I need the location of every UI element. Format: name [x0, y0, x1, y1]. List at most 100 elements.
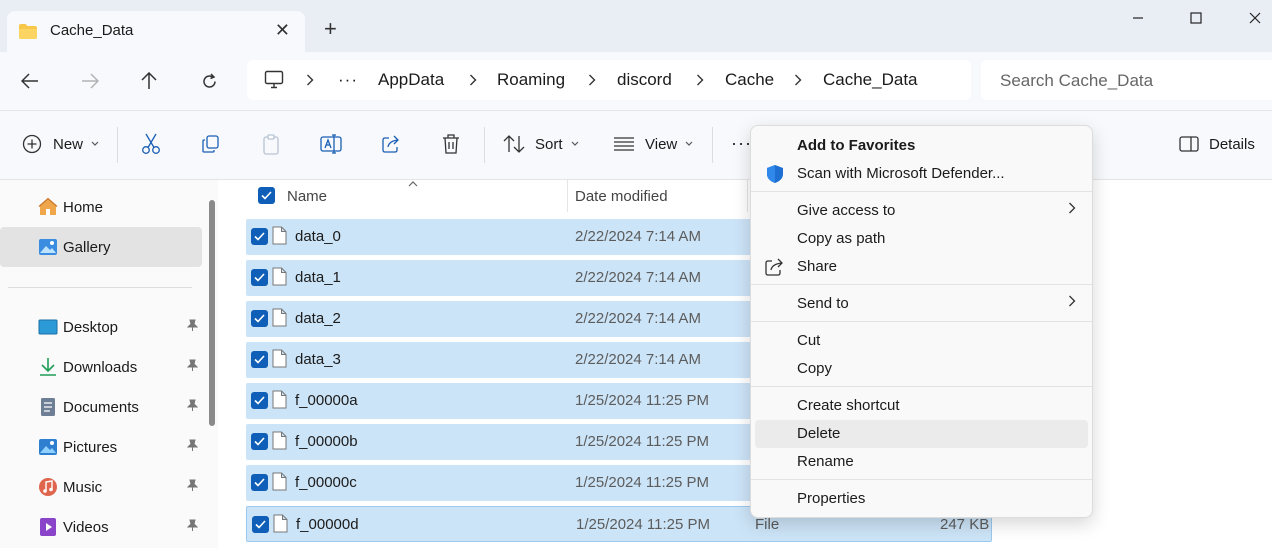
menu-item-send-to[interactable]: Send to	[755, 290, 1088, 318]
tab-cache-data[interactable]: Cache_Data ✕	[7, 11, 305, 52]
rename-icon	[320, 133, 342, 155]
chevron-right-icon[interactable]	[794, 73, 802, 90]
chevron-right-icon[interactable]	[469, 73, 477, 90]
nav-item-documents[interactable]: Documents	[0, 387, 202, 427]
search-input[interactable]: Search Cache_Data	[981, 60, 1272, 100]
row-checkbox[interactable]	[251, 392, 268, 409]
toolbar-divider	[712, 127, 713, 163]
refresh-button[interactable]	[194, 66, 224, 96]
pin-icon[interactable]	[186, 519, 199, 535]
clipboard-icon	[260, 133, 282, 155]
row-checkbox[interactable]	[251, 433, 268, 450]
row-checkbox[interactable]	[251, 269, 268, 286]
menu-item-cut[interactable]: Cut	[755, 327, 1088, 355]
back-button[interactable]	[15, 66, 45, 96]
toolbar-divider	[117, 127, 118, 163]
column-divider[interactable]	[567, 180, 568, 212]
nav-item-desktop[interactable]: Desktop	[0, 307, 202, 347]
new-tab-button[interactable]: +	[324, 18, 337, 40]
file-name: f_00000d	[296, 516, 359, 533]
details-button[interactable]: Details	[1178, 133, 1255, 155]
menu-item-properties[interactable]: Properties	[755, 485, 1088, 513]
forward-button[interactable]	[75, 66, 105, 96]
row-checkbox[interactable]	[251, 351, 268, 368]
nav-scrollbar[interactable]	[209, 200, 215, 426]
pin-icon[interactable]	[186, 439, 199, 455]
this-pc-icon[interactable]	[264, 70, 284, 93]
more-options-button[interactable]: ···	[731, 133, 752, 154]
rename-button[interactable]	[320, 133, 342, 155]
breadcrumb-overflow[interactable]: ···	[338, 70, 358, 90]
nav-item-home[interactable]: Home	[0, 187, 202, 227]
menu-item-rename[interactable]: Rename	[755, 448, 1088, 476]
minimize-button[interactable]	[1126, 6, 1150, 30]
menu-divider	[751, 191, 1092, 192]
file-name: data_3	[295, 351, 341, 368]
music-icon	[37, 476, 59, 498]
menu-item-copy-as-path[interactable]: Copy as path	[755, 225, 1088, 253]
menu-item-create-shortcut[interactable]: Create shortcut	[755, 392, 1088, 420]
sort-button[interactable]: Sort	[503, 133, 579, 155]
file-name: f_00000a	[295, 392, 358, 409]
chevron-down-icon	[91, 138, 99, 150]
delete-button[interactable]	[440, 133, 462, 155]
maximize-button[interactable]	[1184, 6, 1208, 30]
view-button[interactable]: View	[613, 133, 693, 155]
menu-label: Properties	[797, 490, 866, 507]
file-name: data_2	[295, 310, 341, 327]
tab-close-icon[interactable]: ✕	[275, 20, 290, 41]
row-checkbox[interactable]	[251, 474, 268, 491]
pin-icon[interactable]	[186, 399, 199, 415]
column-header-name[interactable]: Name	[287, 180, 327, 212]
pin-icon[interactable]	[186, 359, 199, 375]
row-checkbox[interactable]	[251, 310, 268, 327]
menu-divider	[751, 386, 1092, 387]
pin-icon[interactable]	[186, 479, 199, 495]
paste-button[interactable]	[260, 133, 282, 155]
menu-label: Add to Favorites	[797, 137, 916, 154]
nav-item-downloads[interactable]: Downloads	[0, 347, 202, 387]
breadcrumb-roaming[interactable]: Roaming	[497, 70, 565, 90]
file-date: 2/22/2024 7:14 AM	[575, 310, 701, 327]
menu-item-add-to-favorites[interactable]: Add to Favorites	[755, 132, 1088, 160]
breadcrumb-cache-data[interactable]: Cache_Data	[823, 70, 918, 90]
nav-label-desktop: Desktop	[63, 318, 119, 336]
column-header-date[interactable]: Date modified	[575, 180, 668, 212]
menu-item-give-access[interactable]: Give access to	[755, 197, 1088, 225]
menu-label: Copy as path	[797, 230, 886, 247]
up-button[interactable]	[134, 66, 164, 96]
breadcrumb-appdata[interactable]: AppData	[378, 70, 444, 90]
cut-button[interactable]	[140, 133, 162, 155]
nav-item-pictures[interactable]: Pictures	[0, 427, 202, 467]
chevron-right-icon[interactable]	[588, 73, 596, 90]
column-divider[interactable]	[747, 180, 748, 212]
nav-item-videos[interactable]: Videos	[0, 507, 202, 547]
select-all-checkbox[interactable]	[258, 187, 275, 204]
row-checkbox[interactable]	[252, 516, 269, 533]
new-button[interactable]: New	[21, 133, 99, 155]
menu-label: Share	[797, 258, 838, 275]
address-bar[interactable]: ··· AppData Roaming discord Cache Cache_…	[247, 60, 971, 100]
menu-item-copy[interactable]: Copy	[755, 355, 1088, 383]
file-icon	[272, 308, 287, 331]
row-checkbox[interactable]	[251, 228, 268, 245]
menu-item-share[interactable]: Share	[755, 253, 1088, 281]
chevron-right-icon[interactable]	[696, 73, 704, 90]
pin-icon[interactable]	[186, 319, 199, 335]
menu-item-scan-defender[interactable]: Scan with Microsoft Defender...	[755, 160, 1088, 188]
breadcrumb-cache[interactable]: Cache	[725, 70, 774, 90]
file-icon	[272, 267, 287, 290]
list-view-icon	[613, 133, 635, 155]
sort-label: Sort	[535, 135, 563, 153]
nav-label-music: Music	[63, 478, 103, 496]
copy-button[interactable]	[200, 133, 222, 155]
chevron-right-icon[interactable]	[306, 73, 314, 90]
menu-divider	[751, 321, 1092, 322]
nav-item-gallery[interactable]: Gallery	[0, 227, 202, 267]
breadcrumb-discord[interactable]: discord	[617, 70, 672, 90]
close-window-button[interactable]	[1243, 6, 1267, 30]
share-button[interactable]	[380, 133, 402, 155]
nav-item-music[interactable]: Music	[0, 467, 202, 507]
menu-item-delete[interactable]: Delete	[755, 420, 1088, 448]
chevron-down-icon	[571, 138, 579, 150]
